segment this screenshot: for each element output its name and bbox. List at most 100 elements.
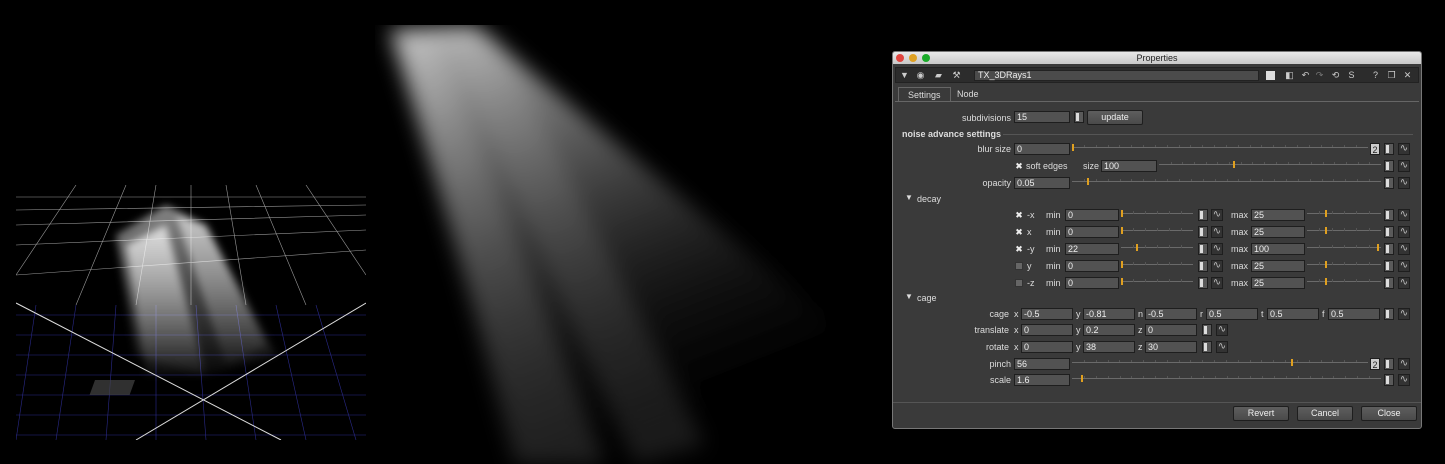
cage-x-input[interactable]: -0.5 — [1021, 308, 1073, 320]
blur-size-slider[interactable] — [1072, 143, 1368, 155]
cage-r-input[interactable]: 0.5 — [1206, 308, 1258, 320]
decay-axis-checkbox[interactable]: ✖ — [1015, 228, 1023, 237]
decay-axis-checkbox[interactable]: ✖ — [1015, 245, 1023, 254]
decay-min-animation-icon[interactable] — [1198, 277, 1208, 289]
translate-z-input[interactable]: 0 — [1145, 324, 1197, 336]
decay-max-slider[interactable] — [1307, 260, 1381, 272]
tab-settings[interactable]: Settings — [898, 87, 951, 102]
rotate-x-input[interactable]: 0 — [1021, 341, 1073, 353]
decay-max-curve-icon[interactable]: ∿ — [1398, 260, 1410, 272]
cage-animation-icon[interactable] — [1384, 308, 1394, 320]
translate-animation-icon[interactable] — [1202, 324, 1212, 336]
translate-y-input[interactable]: 0.2 — [1083, 324, 1135, 336]
cage-t-input[interactable]: 0.5 — [1267, 308, 1319, 320]
decay-max-input[interactable]: 25 — [1251, 260, 1305, 272]
scale-input[interactable]: 1.6 — [1014, 374, 1070, 386]
size-input[interactable]: 100 — [1101, 160, 1157, 172]
size-slider[interactable] — [1159, 160, 1381, 172]
decay-max-curve-icon[interactable]: ∿ — [1398, 209, 1410, 221]
rotate-curve-icon[interactable]: ∿ — [1216, 341, 1228, 353]
rotate-animation-icon[interactable] — [1202, 341, 1212, 353]
viewport-3d-scene[interactable] — [16, 185, 366, 440]
decay-min-slider[interactable] — [1121, 260, 1193, 272]
decay-max-slider-thumb[interactable] — [1325, 210, 1327, 217]
opacity-input[interactable]: 0.05 — [1014, 177, 1070, 189]
decay-min-slider-thumb[interactable] — [1136, 244, 1138, 251]
decay-min-slider[interactable] — [1121, 277, 1193, 289]
cage-y-input[interactable]: -0.81 — [1083, 308, 1135, 320]
decay-max-slider-thumb[interactable] — [1325, 227, 1327, 234]
close-panel-icon[interactable]: ✕ — [1402, 70, 1413, 81]
decay-max-slider[interactable] — [1307, 226, 1381, 238]
decay-max-slider[interactable] — [1307, 243, 1381, 255]
blur-size-animation-icon[interactable] — [1384, 143, 1394, 155]
decay-max-animation-icon[interactable] — [1384, 277, 1394, 289]
decay-max-curve-icon[interactable]: ∿ — [1398, 277, 1410, 289]
decay-min-curve-icon[interactable]: ∿ — [1211, 209, 1223, 221]
decay-min-input[interactable]: 0 — [1065, 226, 1119, 238]
node-name-field[interactable]: TX_3DRays1 — [974, 70, 1259, 81]
hat-icon[interactable]: ⚒ — [951, 70, 962, 81]
translate-curve-icon[interactable]: ∿ — [1216, 324, 1228, 336]
decay-max-slider-thumb[interactable] — [1325, 278, 1327, 285]
pinch-slider[interactable] — [1072, 358, 1368, 370]
subdivisions-input[interactable]: 15 — [1014, 111, 1070, 123]
decay-min-animation-icon[interactable] — [1198, 243, 1208, 255]
decay-min-slider-thumb[interactable] — [1121, 278, 1123, 285]
decay-min-slider[interactable] — [1121, 209, 1193, 221]
decay-min-animation-icon[interactable] — [1198, 226, 1208, 238]
decay-max-slider-thumb[interactable] — [1377, 244, 1379, 251]
minimize-window-icon[interactable] — [909, 54, 917, 62]
decay-max-input[interactable]: 25 — [1251, 209, 1305, 221]
decay-min-slider[interactable] — [1121, 226, 1193, 238]
decay-min-curve-icon[interactable]: ∿ — [1211, 277, 1223, 289]
decay-min-input[interactable]: 0 — [1065, 260, 1119, 272]
window-titlebar[interactable]: Properties — [893, 52, 1421, 64]
rotate-y-input[interactable]: 38 — [1083, 341, 1135, 353]
decay-min-input[interactable]: 0 — [1065, 209, 1119, 221]
scale-curve-icon[interactable]: ∿ — [1398, 374, 1410, 386]
revert-button[interactable]: Revert — [1233, 406, 1289, 421]
redo-icon[interactable]: ↷ — [1314, 70, 1325, 81]
cancel-button[interactable]: Cancel — [1297, 406, 1353, 421]
update-button[interactable]: update — [1087, 110, 1143, 125]
pinch-channels-button[interactable]: 2 — [1370, 358, 1380, 370]
decay-max-curve-icon[interactable]: ∿ — [1398, 243, 1410, 255]
decay-max-slider-thumb[interactable] — [1325, 261, 1327, 268]
undo-icon[interactable]: ↶ — [1300, 70, 1311, 81]
size-animation-icon[interactable] — [1384, 160, 1394, 172]
decay-min-slider-thumb[interactable] — [1121, 210, 1123, 217]
decay-axis-checkbox[interactable] — [1015, 262, 1023, 270]
scale-slider[interactable] — [1072, 374, 1381, 386]
close-button[interactable]: Close — [1361, 406, 1417, 421]
s-icon[interactable]: S — [1346, 70, 1357, 81]
opacity-curve-icon[interactable]: ∿ — [1398, 177, 1410, 189]
float-icon[interactable]: ❐ — [1386, 70, 1397, 81]
soft-edges-checkbox[interactable]: ✖ — [1015, 162, 1023, 171]
decay-min-curve-icon[interactable]: ∿ — [1211, 243, 1223, 255]
decay-min-input[interactable]: 0 — [1065, 277, 1119, 289]
opacity-slider[interactable] — [1072, 177, 1381, 189]
decay-min-slider[interactable] — [1121, 243, 1193, 255]
decay-max-animation-icon[interactable] — [1384, 226, 1394, 238]
decay-axis-checkbox[interactable] — [1015, 279, 1023, 287]
decay-collapse-icon[interactable]: ▼ — [905, 192, 913, 204]
size-curve-icon[interactable]: ∿ — [1398, 160, 1410, 172]
rotate-z-input[interactable]: 30 — [1145, 341, 1197, 353]
help-icon[interactable]: ? — [1370, 70, 1381, 81]
cage-curve-icon[interactable]: ∿ — [1398, 308, 1410, 320]
close-window-icon[interactable] — [896, 54, 904, 62]
cage-collapse-icon[interactable]: ▼ — [905, 291, 913, 303]
blur-size-channels-button[interactable]: 2 — [1370, 143, 1380, 155]
revert-icon[interactable]: ⟲ — [1330, 70, 1341, 81]
decay-min-curve-icon[interactable]: ∿ — [1211, 226, 1223, 238]
collapse-triangle-icon[interactable]: ▼ — [899, 70, 910, 81]
decay-max-slider[interactable] — [1307, 209, 1381, 221]
decay-max-curve-icon[interactable]: ∿ — [1398, 226, 1410, 238]
translate-x-input[interactable]: 0 — [1021, 324, 1073, 336]
decay-max-input[interactable]: 100 — [1251, 243, 1305, 255]
pinch-animation-icon[interactable] — [1384, 358, 1394, 370]
decay-max-slider[interactable] — [1307, 277, 1381, 289]
subdivisions-animation-icon[interactable] — [1074, 111, 1084, 123]
decay-axis-checkbox[interactable]: ✖ — [1015, 211, 1023, 220]
